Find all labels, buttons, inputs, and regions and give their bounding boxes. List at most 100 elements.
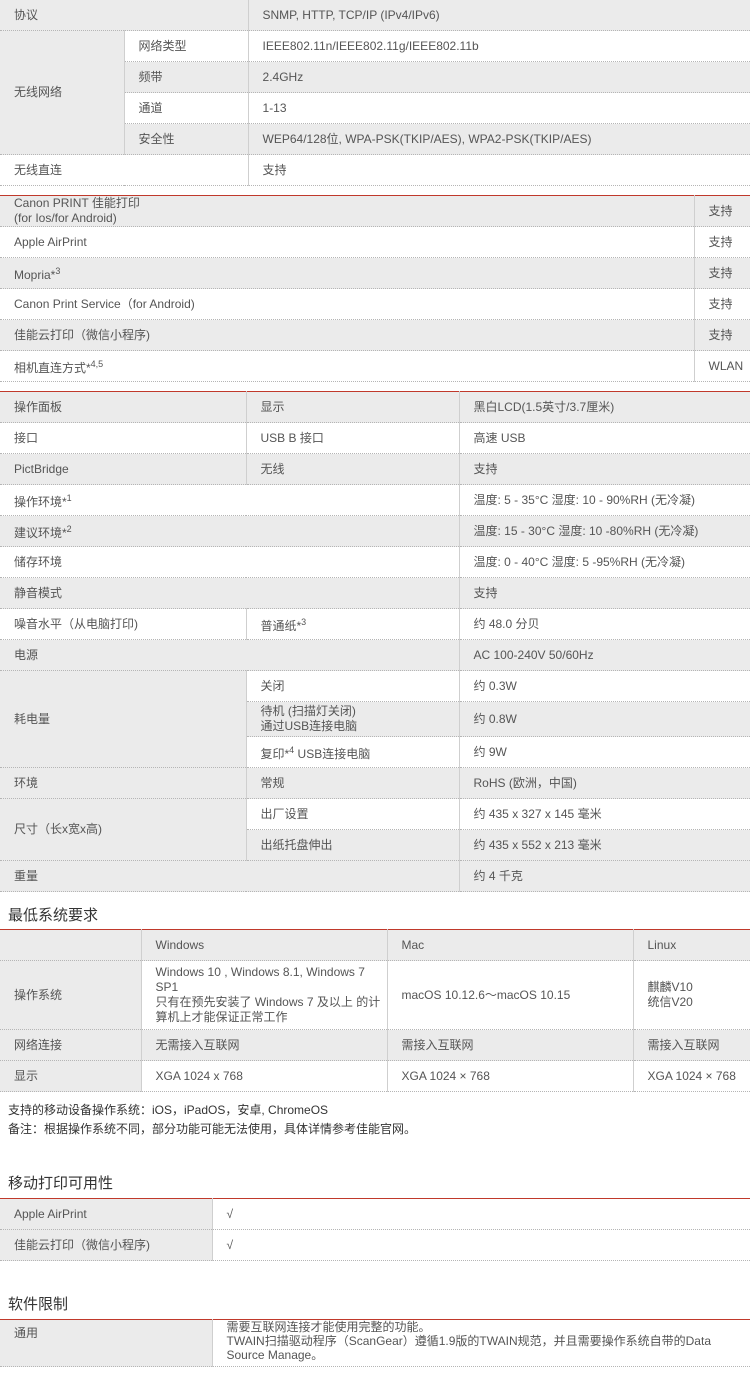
mobile-item-print-service: Canon Print Service（for Android): [0, 288, 694, 320]
software-general-label: 通用: [0, 1319, 212, 1367]
sysreq-note-mobile-os: 支持的移动设备操作系统：iOS，iPadOS，安卓, ChromeOS: [8, 1103, 329, 1117]
software-title: 软件限制: [8, 1296, 69, 1313]
consumption-off-label: 关闭: [245, 670, 459, 702]
sysreq-net-mac: 需接入互联网: [386, 1029, 633, 1061]
footnote-ref: 4,5: [90, 358, 104, 369]
panel-sublabel: 显示: [245, 391, 459, 423]
label-text: USB连接电脑: [294, 746, 371, 761]
mobile-item-camera-direct: 相机直连方式*4,5: [0, 350, 694, 382]
sysreq-table: Windows Mac Linux 操作系统 Windows 10 , Wind…: [0, 929, 750, 1092]
sysreq-net-label: 网络连接: [0, 1029, 141, 1061]
label-text: 普通纸*: [260, 618, 302, 633]
sysreq-header-mac: Mac: [386, 929, 633, 961]
sysreq-net-linux: 需接入互联网: [632, 1029, 750, 1061]
consumption-standby-label: 待机 (扫描灯关闭) 通过USB连接电脑: [245, 701, 459, 737]
panel-value: 黑白LCD(1.5英寸/3.7厘米): [458, 391, 750, 423]
mobile-print-table: Canon PRINT 佳能打印 (for Ios/for Android) 支…: [0, 195, 750, 382]
mobile-item-value: 支持: [693, 226, 750, 258]
channel-value: 1-13: [247, 92, 750, 124]
storage-env-label: 储存环境: [0, 546, 459, 578]
pictbridge-value: 支持: [458, 453, 750, 485]
mobile-availability-table: Apple AirPrint √ 佳能云打印（微信小程序) √: [0, 1198, 750, 1261]
footnote-ref: 3: [55, 265, 61, 276]
consumption-copy-value: 约 9W: [458, 736, 750, 768]
power-label: 电源: [0, 639, 459, 671]
security-label: 安全性: [123, 123, 249, 155]
footnote-ref: 1: [66, 492, 72, 503]
availability-cloud-label: 佳能云打印（微信小程序): [0, 1229, 212, 1261]
weight-label: 重量: [0, 860, 459, 892]
storage-env-value: 温度: 0 - 40°C 湿度: 5 -95%RH (无冷凝): [458, 546, 750, 578]
footnote-ref: 2: [66, 523, 72, 534]
label-text: 建议环境*: [14, 525, 67, 540]
availability-airprint-label: Apple AirPrint: [0, 1198, 212, 1230]
size-default-value: 约 435 x 327 x 145 毫米: [458, 798, 750, 830]
mobile-item-mopria: Mopria*3: [0, 257, 694, 289]
environment-value: RoHS (欧洲，中国): [458, 767, 750, 799]
recommended-env-value: 温度: 15 - 30°C 湿度: 10 -80%RH (无冷凝): [458, 515, 750, 547]
environment-label: 环境: [0, 767, 246, 799]
protocol-label: 协议: [0, 0, 249, 31]
mobile-item-value: 支持: [693, 288, 750, 320]
text: 算机上才能保证正常工作: [155, 1010, 288, 1024]
wireless-type-value: IEEE802.11n/IEEE802.11g/IEEE802.11b: [247, 30, 750, 62]
noise-value: 约 48.0 分贝: [458, 608, 750, 640]
text: 只有在预先安装了 Windows 7 及以上 的计: [155, 995, 381, 1009]
quiet-mode-value: 支持: [458, 577, 750, 609]
size-extended-value: 约 435 x 552 x 213 毫米: [458, 829, 750, 861]
text: Windows 10 , Windows 8.1, Windows 7: [155, 965, 365, 979]
label-text: 待机 (扫描灯关闭): [260, 704, 356, 718]
recommended-env-label: 建议环境*2: [0, 515, 459, 547]
wireless-direct-value: 支持: [247, 154, 750, 186]
consumption-off-value: 约 0.3W: [458, 670, 750, 702]
mobile-item-value: 支持: [693, 257, 750, 289]
mobile-item-airprint: Apple AirPrint: [0, 226, 694, 258]
weight-value: 约 4 千克: [458, 860, 750, 892]
power-value: AC 100-240V 50/60Hz: [458, 639, 750, 671]
pictbridge-sublabel: 无线: [245, 453, 459, 485]
interface-value: 高速 USB: [458, 422, 750, 454]
sysreq-header-empty: [0, 929, 141, 961]
wireless-label: 无线网络: [0, 30, 124, 155]
wireless-type-label: 网络类型: [123, 30, 249, 62]
panel-label: 操作面板: [0, 391, 246, 423]
size-extended-label: 出纸托盘伸出: [245, 829, 459, 861]
protocol-value: SNMP, HTTP, TCP/IP (IPv4/IPv6): [247, 0, 750, 31]
size-default-label: 出厂设置: [245, 798, 459, 830]
availability-airprint-check: √: [211, 1198, 750, 1230]
mobile-item-value: WLAN: [693, 350, 750, 382]
sysreq-os-label: 操作系统: [0, 960, 141, 1030]
size-label: 尺寸（长x宽x高): [0, 798, 246, 861]
sysreq-display-label: 显示: [0, 1060, 141, 1092]
sysreq-header-windows: Windows: [140, 929, 387, 961]
text: TWAIN扫描驱动程序（ScanGear）遵循1.9版的TWAIN规范，并且需要…: [226, 1334, 712, 1348]
sysreq-display-mac: XGA 1024 × 768: [386, 1060, 633, 1092]
network-spec-table: 协议 SNMP, HTTP, TCP/IP (IPv4/IPv6) 无线网络 网…: [0, 0, 750, 186]
sysreq-title: 最低系统要求: [8, 907, 99, 924]
label-text: 通过USB连接电脑: [260, 719, 358, 733]
wireless-direct-label: 无线直连: [0, 154, 249, 186]
quiet-mode-label: 静音模式: [0, 577, 459, 609]
mobile-item-label: 相机直连方式*: [14, 360, 91, 375]
mobile-item-value: 支持: [693, 319, 750, 351]
mobile-item-canon-print: Canon PRINT 佳能打印 (for Ios/for Android): [0, 195, 694, 227]
mobile-item-label: Canon PRINT 佳能打印: [14, 196, 140, 210]
mobile-item-label: Mopria*: [14, 267, 56, 282]
text: 需要互联网连接才能使用完整的功能。: [226, 1320, 431, 1334]
sysreq-header-linux: Linux: [632, 929, 750, 961]
mobile-item-cloud-print: 佳能云打印（微信小程序): [0, 319, 694, 351]
text: 统信V20: [647, 995, 693, 1009]
sysreq-note-remark: 备注：根据操作系统不同，部分功能可能无法使用，具体详情参考佳能官网。: [8, 1122, 417, 1136]
text: 麒麟V10: [647, 980, 693, 994]
sysreq-display-windows: XGA 1024 x 768: [140, 1060, 387, 1092]
interface-label: 接口: [0, 422, 246, 454]
consumption-standby-value: 约 0.8W: [458, 701, 750, 737]
text: SP1: [155, 980, 179, 994]
general-spec-table: 操作面板 显示 黑白LCD(1.5英寸/3.7厘米) 接口 USB B 接口 高…: [0, 391, 750, 892]
sysreq-os-windows: Windows 10 , Windows 8.1, Windows 7 SP1 只有…: [140, 960, 387, 1030]
label-text: 复印*: [260, 746, 290, 761]
consumption-copy-label: 复印*4 USB连接电脑: [245, 736, 459, 768]
software-table: 通用 需要互联网连接才能使用完整的功能。 TWAIN扫描驱动程序（ScanGear…: [0, 1319, 750, 1367]
sysreq-os-linux: 麒麟V10 统信V20: [632, 960, 750, 1030]
noise-label: 噪音水平（从电脑打印): [0, 608, 246, 640]
